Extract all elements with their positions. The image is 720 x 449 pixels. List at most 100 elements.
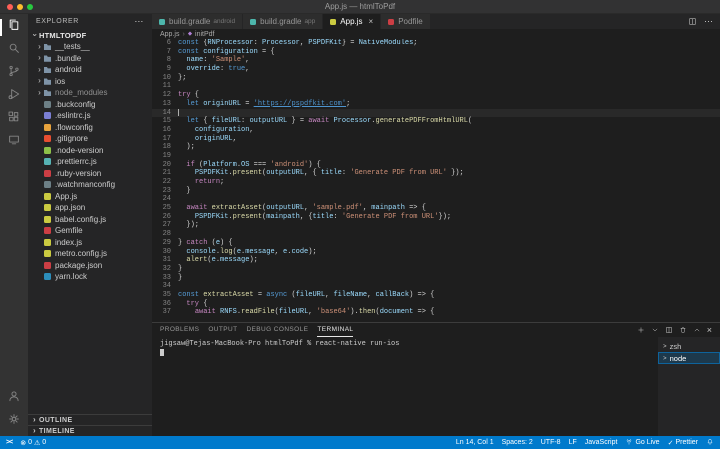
status-language[interactable]: JavaScript — [581, 436, 622, 449]
activity-item-search[interactable] — [0, 39, 28, 62]
code-line-19[interactable]: 19 — [152, 152, 720, 161]
breadcrumb-file[interactable]: App.js — [160, 31, 179, 38]
status-indentation[interactable]: Spaces: 2 — [498, 436, 537, 449]
status-eol[interactable]: LF — [565, 436, 581, 449]
activity-item-extensions[interactable] — [0, 108, 28, 131]
folder-item-node_modules[interactable]: › node_modules — [28, 87, 152, 99]
code-line-23[interactable]: 23 } — [152, 187, 720, 196]
code-line-22[interactable]: 22 return; — [152, 178, 720, 187]
problems-status[interactable]: ⊗ 0 ⚠ 0 — [16, 436, 50, 449]
split-terminal-icon[interactable] — [665, 326, 673, 334]
file-item-App.js[interactable]: App.js — [28, 191, 152, 203]
status-prettier[interactable]: ✓ Prettier — [664, 436, 702, 449]
file-item-.flowconfig[interactable]: .flowconfig — [28, 122, 152, 134]
folder-item-.bundle[interactable]: › .bundle — [28, 53, 152, 65]
folder-item-ios[interactable]: › ios — [28, 76, 152, 88]
folder-item-android[interactable]: › android — [28, 64, 152, 76]
split-editor-icon[interactable] — [688, 17, 697, 26]
activity-item-source-control[interactable] — [0, 62, 28, 85]
code-line-33[interactable]: 33} — [152, 274, 720, 283]
close-tab-icon[interactable]: × — [369, 17, 374, 26]
file-item-.buckconfig[interactable]: .buckconfig — [28, 99, 152, 111]
code-line-14[interactable]: 14 — [152, 108, 720, 118]
file-item-.eslintrc.js[interactable]: .eslintrc.js — [28, 110, 152, 122]
code-line-18[interactable]: 18 ); — [152, 143, 720, 152]
code-line-7[interactable]: 7 const configuration = { — [152, 48, 720, 57]
code-line-32[interactable]: 32} — [152, 265, 720, 274]
trash-icon[interactable] — [679, 326, 687, 334]
code-line-35[interactable]: 35 const extractAsset = async (fileURL, f… — [152, 291, 720, 300]
file-item-metro.config.js[interactable]: metro.config.js — [28, 248, 152, 260]
code-line-11[interactable]: 11 — [152, 82, 720, 91]
code-line-10[interactable]: 10}; — [152, 74, 720, 83]
file-item-app.json[interactable]: app.json — [28, 202, 152, 214]
folder-item-__tests__[interactable]: › __tests__ — [28, 41, 152, 53]
panel-tab-output[interactable]: OUTPUT — [208, 323, 237, 337]
file-item-package.json[interactable]: package.json — [28, 260, 152, 272]
tab-build.gradle-android[interactable]: build.gradle android — [152, 14, 244, 29]
code-line-31[interactable]: 31 alert(e.message); — [152, 256, 720, 265]
activity-item-remote-explorer[interactable] — [0, 131, 28, 154]
panel-tab-debug-console[interactable]: DEBUG CONSOLE — [246, 323, 308, 337]
file-item-Gemfile[interactable]: Gemfile — [28, 225, 152, 237]
activity-item-run-debug[interactable] — [0, 85, 28, 108]
code-line-13[interactable]: 13 let originURL = 'https://pspdfkit.com… — [152, 100, 720, 109]
code-line-8[interactable]: 8 name: 'Sample', — [152, 56, 720, 65]
code-line-12[interactable]: 12 try { — [152, 91, 720, 100]
code-line-15[interactable]: 15 let { fileURL: outputURL } = await Pr… — [152, 117, 720, 126]
tab-App.js[interactable]: App.js × — [323, 14, 382, 29]
file-item-.ruby-version[interactable]: .ruby-version — [28, 168, 152, 180]
chevron-down-icon[interactable] — [651, 326, 659, 334]
terminal-session-zsh[interactable]: > zsh — [658, 340, 720, 352]
timeline-section-header[interactable]: › TIMELINE — [28, 425, 152, 436]
code-line-34[interactable]: 34 — [152, 282, 720, 291]
code-line-6[interactable]: 6 const {RNProcessor: Processor, PSPDFKit… — [152, 39, 720, 48]
code-line-21[interactable]: 21 PSPDFKit.present(outputURL, { title: … — [152, 169, 720, 178]
code-line-29[interactable]: 29} catch (e) { — [152, 239, 720, 248]
terminal-session-node[interactable]: > node — [658, 352, 720, 364]
remote-indicator[interactable]: >< — [2, 436, 16, 449]
editor-scrollbar[interactable] — [715, 39, 720, 322]
code-line-27[interactable]: 27 }); — [152, 221, 720, 230]
activity-item-explorer[interactable] — [0, 16, 28, 39]
project-section-header[interactable]: › HTMLTOPDF — [28, 29, 152, 41]
code-line-17[interactable]: 17 originURL, — [152, 135, 720, 144]
code-line-9[interactable]: 9 override: true, — [152, 65, 720, 74]
file-item-.node-version[interactable]: .node-version — [28, 145, 152, 157]
file-item-babel.config.js[interactable]: babel.config.js — [28, 214, 152, 226]
breadcrumb-symbol[interactable]: initPdf — [195, 31, 214, 38]
code-line-26[interactable]: 26 PSPDFKit.present(mainpath, {title: 'G… — [152, 213, 720, 222]
activity-item-settings[interactable] — [0, 410, 28, 433]
file-item-.gitignore[interactable]: .gitignore — [28, 133, 152, 145]
file-item-.prettierrc.js[interactable]: .prettierrc.js — [28, 156, 152, 168]
tab-build.gradle-app[interactable]: build.gradle app — [243, 14, 324, 29]
maximize-panel-icon[interactable] — [693, 326, 701, 334]
activity-item-account[interactable] — [0, 387, 28, 410]
file-item-.watchmanconfig[interactable]: .watchmanconfig — [28, 179, 152, 191]
code-line-37[interactable]: 37 await RNFS.readFile(fileURL, 'base64'… — [152, 308, 720, 317]
panel-tab-problems[interactable]: PROBLEMS — [160, 323, 199, 337]
minimap[interactable]: const {RNProcessor: Processor, PSPDFKit}… — [689, 40, 715, 123]
code-line-30[interactable]: 30 console.log(e.message, e.code); — [152, 248, 720, 257]
zoom-window-button[interactable] — [27, 3, 33, 10]
status-go-live[interactable]: Go Live — [621, 436, 663, 449]
code-line-36[interactable]: 36 try { — [152, 300, 720, 309]
minimize-window-button[interactable] — [17, 3, 23, 10]
code-line-25[interactable]: 25 await extractAsset(outputURL, 'sample… — [152, 204, 720, 213]
panel-tab-terminal[interactable]: TERMINAL — [317, 323, 354, 337]
file-item-index.js[interactable]: index.js — [28, 237, 152, 249]
code-line-24[interactable]: 24 — [152, 195, 720, 204]
terminal-output[interactable]: jigsaw@Tejas-MacBook-Pro htmlToPdf % rea… — [152, 337, 658, 436]
code-line-16[interactable]: 16 configuration, — [152, 126, 720, 135]
status-notifications[interactable] — [702, 436, 718, 449]
code-line-28[interactable]: 28 — [152, 230, 720, 239]
explorer-more-actions-icon[interactable]: ⋯ — [134, 16, 144, 27]
close-window-button[interactable] — [7, 3, 13, 10]
more-actions-icon[interactable]: ⋯ — [704, 16, 713, 27]
code-line-20[interactable]: 20 if (Platform.OS === 'android') { — [152, 161, 720, 170]
code-editor[interactable]: 6 const {RNProcessor: Processor, PSPDFKit… — [152, 39, 720, 322]
file-item-yarn.lock[interactable]: yarn.lock — [28, 271, 152, 283]
tab-Podfile[interactable]: Podfile — [381, 14, 431, 29]
new-terminal-icon[interactable] — [637, 326, 645, 334]
status-cursor-position[interactable]: Ln 14, Col 1 — [452, 436, 498, 449]
